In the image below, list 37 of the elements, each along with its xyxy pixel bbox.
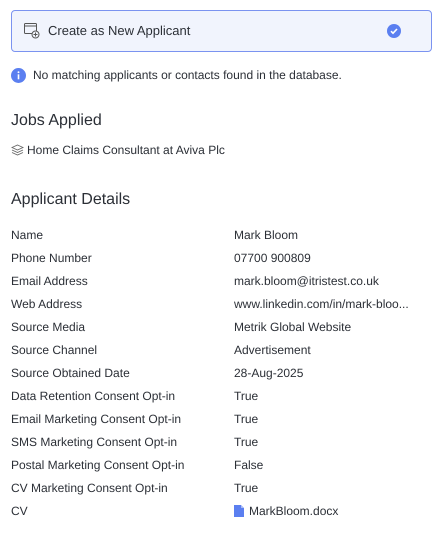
field-value: Advertisement [234,342,311,358]
field-label: Source Channel [11,342,98,358]
option-label: Create as New Applicant [48,22,192,40]
field-value: 07700 900809 [234,250,311,266]
field-value: True [234,480,258,496]
new-applicant-option[interactable]: Create as New Applicant [11,10,432,52]
field-label: CV Marketing Consent Opt-in [11,480,169,496]
field-label: Web Address [11,296,84,312]
field-label: Email Marketing Consent Opt-in [11,410,182,428]
window-add-icon [24,23,40,39]
check-icon [387,24,401,38]
file-link[interactable]: MarkBloom.docx [249,502,338,520]
field-value: mark.bloom@itristest.co.uk [234,272,379,290]
field-label: SMS Marketing Consent Opt-in [11,434,178,450]
field-value: True [234,410,258,428]
layers-icon [11,144,24,156]
field-value: 28-Aug-2025 [234,364,304,382]
field-label: Postal Marketing Consent Opt-in [11,456,186,474]
notice-text: No matching applicants or contacts found in the database. [33,67,342,84]
section-heading: Applicant Details [11,190,132,210]
section-heading: Jobs Applied [11,111,103,131]
field-label: Email Address [11,272,89,290]
document-icon [234,504,244,516]
field-value: www.linkedin.com/in/mark-bloo... [234,296,409,312]
field-label: Name [11,226,44,244]
field-label: CV [11,502,29,520]
field-label: Source Obtained Date [11,364,131,382]
field-value: False [234,456,264,474]
field-label: Phone Number [11,250,93,266]
info-icon [11,68,26,82]
field-value: True [234,388,258,404]
field-label: Source Media [11,318,86,336]
field-value: True [234,434,258,450]
field-value: Mark Bloom [234,226,298,244]
field-value: Metrik Global Website [234,318,352,336]
field-label: Data Retention Consent Opt-in [11,388,176,404]
job-text: Home Claims Consultant at Aviva Plc [27,142,225,159]
